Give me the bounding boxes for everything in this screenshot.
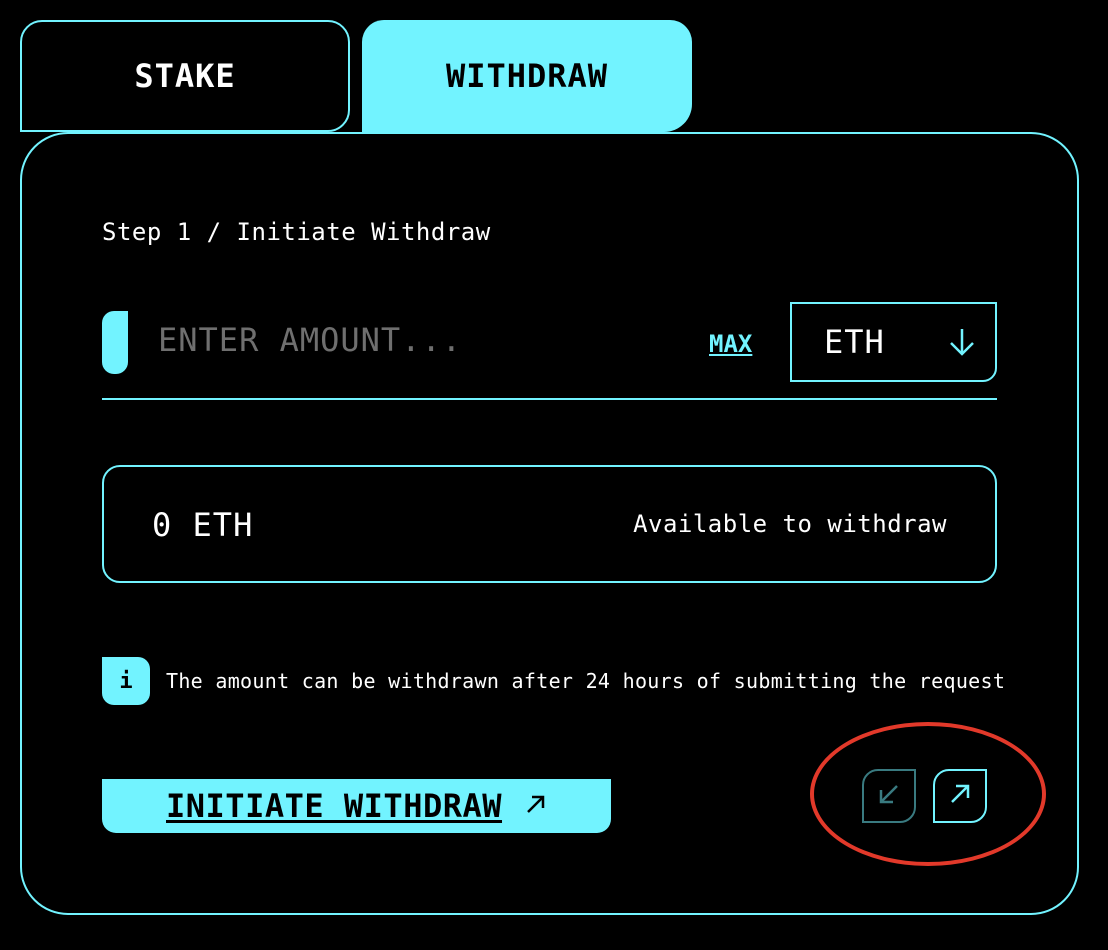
- tab-withdraw-label: WITHDRAW: [445, 57, 609, 95]
- token-select[interactable]: ETH: [790, 302, 997, 382]
- info-text: The amount can be withdrawn after 24 hou…: [166, 669, 1006, 693]
- token-select-value: ETH: [824, 323, 885, 361]
- available-balance-value: 0 ETH: [152, 506, 254, 544]
- arrow-up-right-icon: [947, 781, 973, 811]
- previous-button[interactable]: [862, 769, 916, 823]
- max-button[interactable]: MAX: [709, 330, 752, 358]
- amount-marker: [102, 311, 128, 374]
- available-balance-label: Available to withdraw: [633, 510, 947, 538]
- tab-stake-label: STAKE: [134, 57, 236, 95]
- tab-withdraw[interactable]: WITHDRAW: [362, 20, 692, 132]
- next-button[interactable]: [933, 769, 987, 823]
- arrow-up-right-icon: [524, 792, 548, 820]
- arrow-down-icon: [949, 327, 975, 357]
- info-icon: i: [102, 657, 150, 705]
- info-icon-glyph: i: [119, 668, 133, 694]
- amount-divider: [102, 398, 997, 400]
- initiate-withdraw-label: INITIATE WITHDRAW: [166, 787, 503, 825]
- tab-stake[interactable]: STAKE: [20, 20, 350, 132]
- amount-input[interactable]: [158, 312, 678, 368]
- step-label: Step 1 / Initiate Withdraw: [102, 218, 491, 246]
- arrow-down-left-icon: [876, 781, 902, 811]
- initiate-withdraw-button[interactable]: INITIATE WITHDRAW: [102, 779, 611, 833]
- withdraw-panel: STAKE WITHDRAW Step 1 / Initiate Withdra…: [0, 0, 1108, 950]
